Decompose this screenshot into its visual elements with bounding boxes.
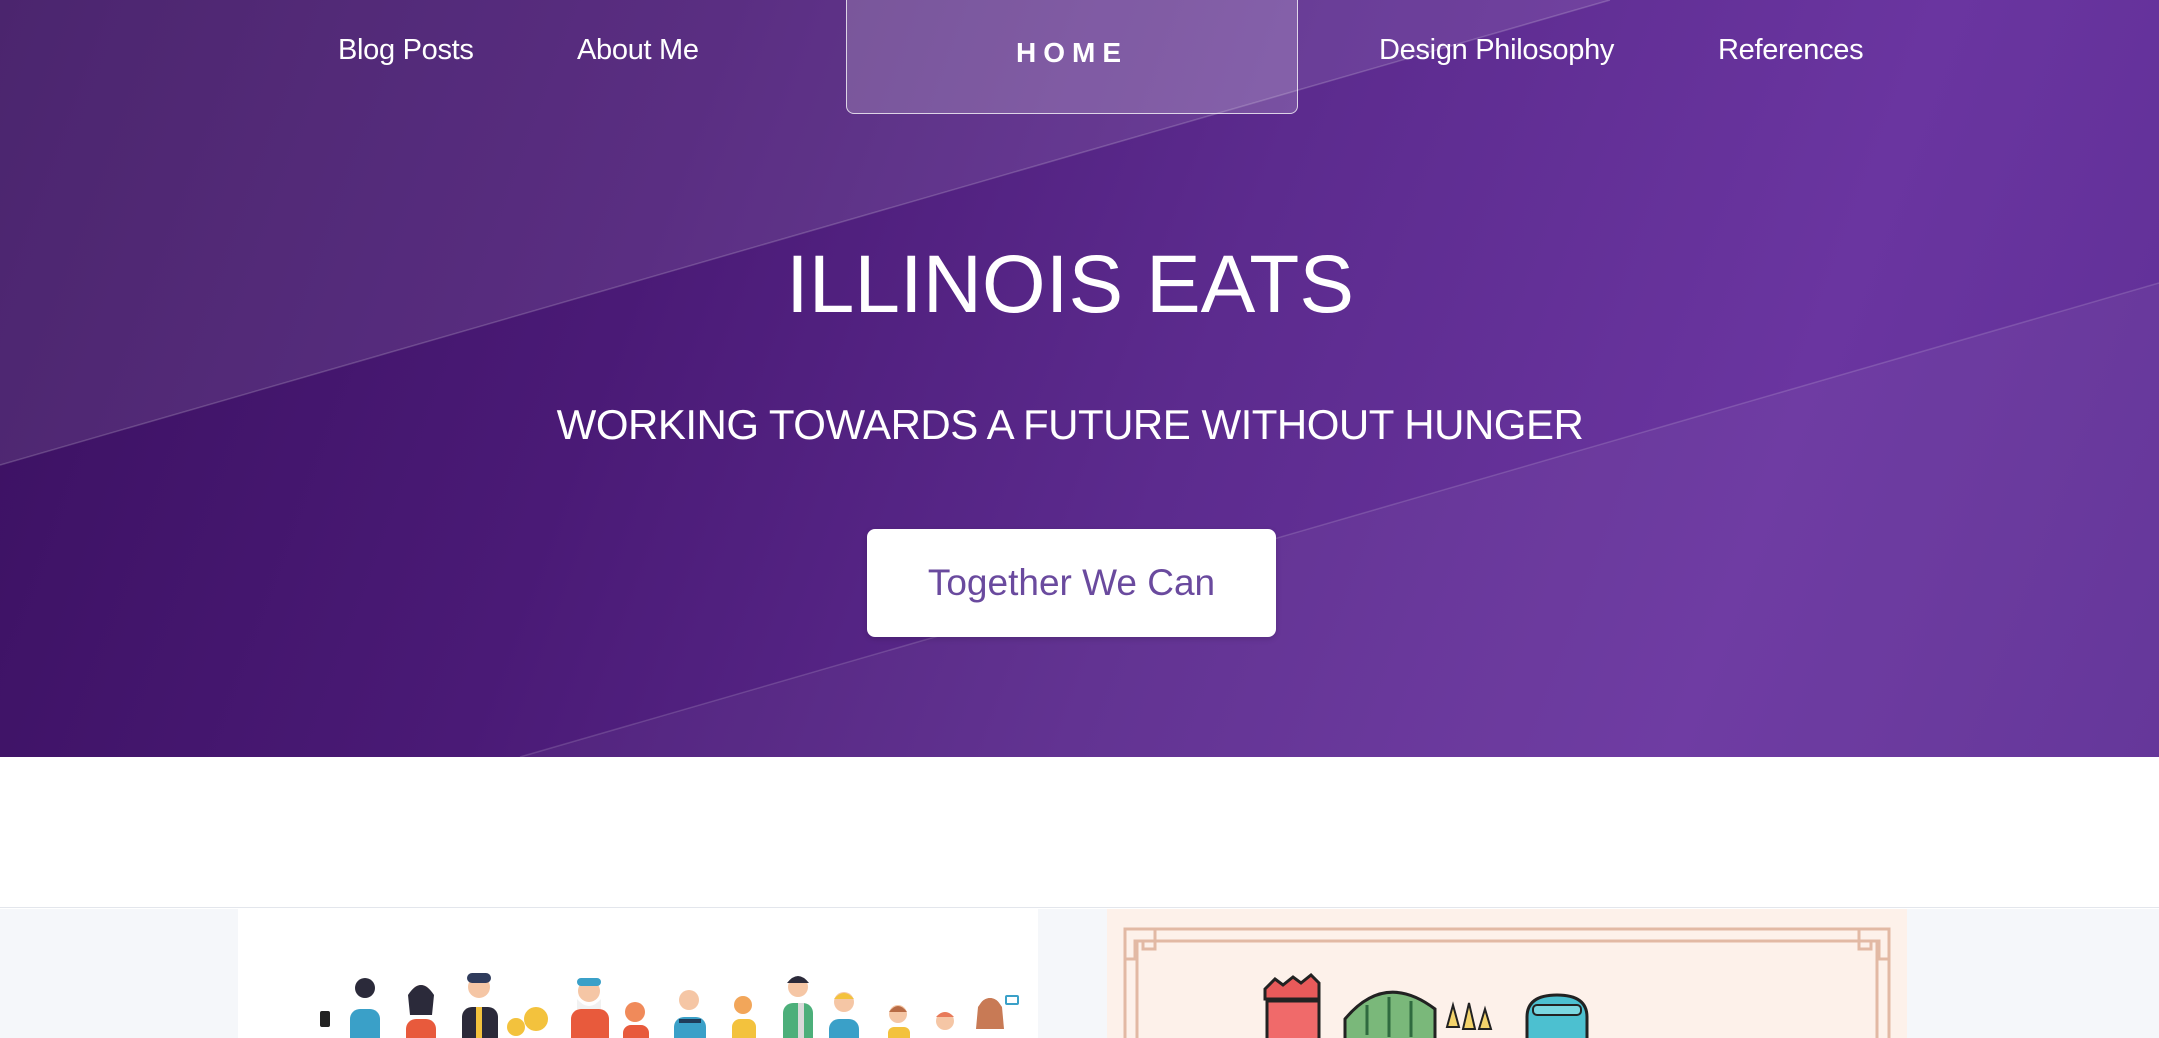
card-food-groceries[interactable] [1107, 909, 1907, 1038]
nav-link-home[interactable]: HOME [846, 0, 1298, 114]
nav-link-about-me[interactable]: About Me [577, 34, 699, 67]
together-we-can-button[interactable]: Together We Can [867, 529, 1276, 637]
nav-link-design-philosophy[interactable]: Design Philosophy [1379, 34, 1614, 67]
hero-title: ILLINOIS EATS [785, 239, 1355, 330]
nav-link-references[interactable]: References [1718, 34, 1864, 67]
card-people-crowd[interactable] [238, 909, 1038, 1038]
cards-section [0, 909, 2159, 1038]
food-groceries-illustration [1123, 927, 1891, 1038]
section-spacer [0, 757, 2159, 908]
nav-link-blog-posts[interactable]: Blog Posts [338, 34, 474, 67]
people-crowd-illustration [320, 973, 1019, 1038]
main-nav: Blog Posts About Me HOME Design Philosop… [0, 0, 2159, 115]
hero-section: Blog Posts About Me HOME Design Philosop… [0, 0, 2159, 757]
hero-subtitle: WORKING TOWARDS A FUTURE WITHOUT HUNGER [556, 401, 1584, 448]
